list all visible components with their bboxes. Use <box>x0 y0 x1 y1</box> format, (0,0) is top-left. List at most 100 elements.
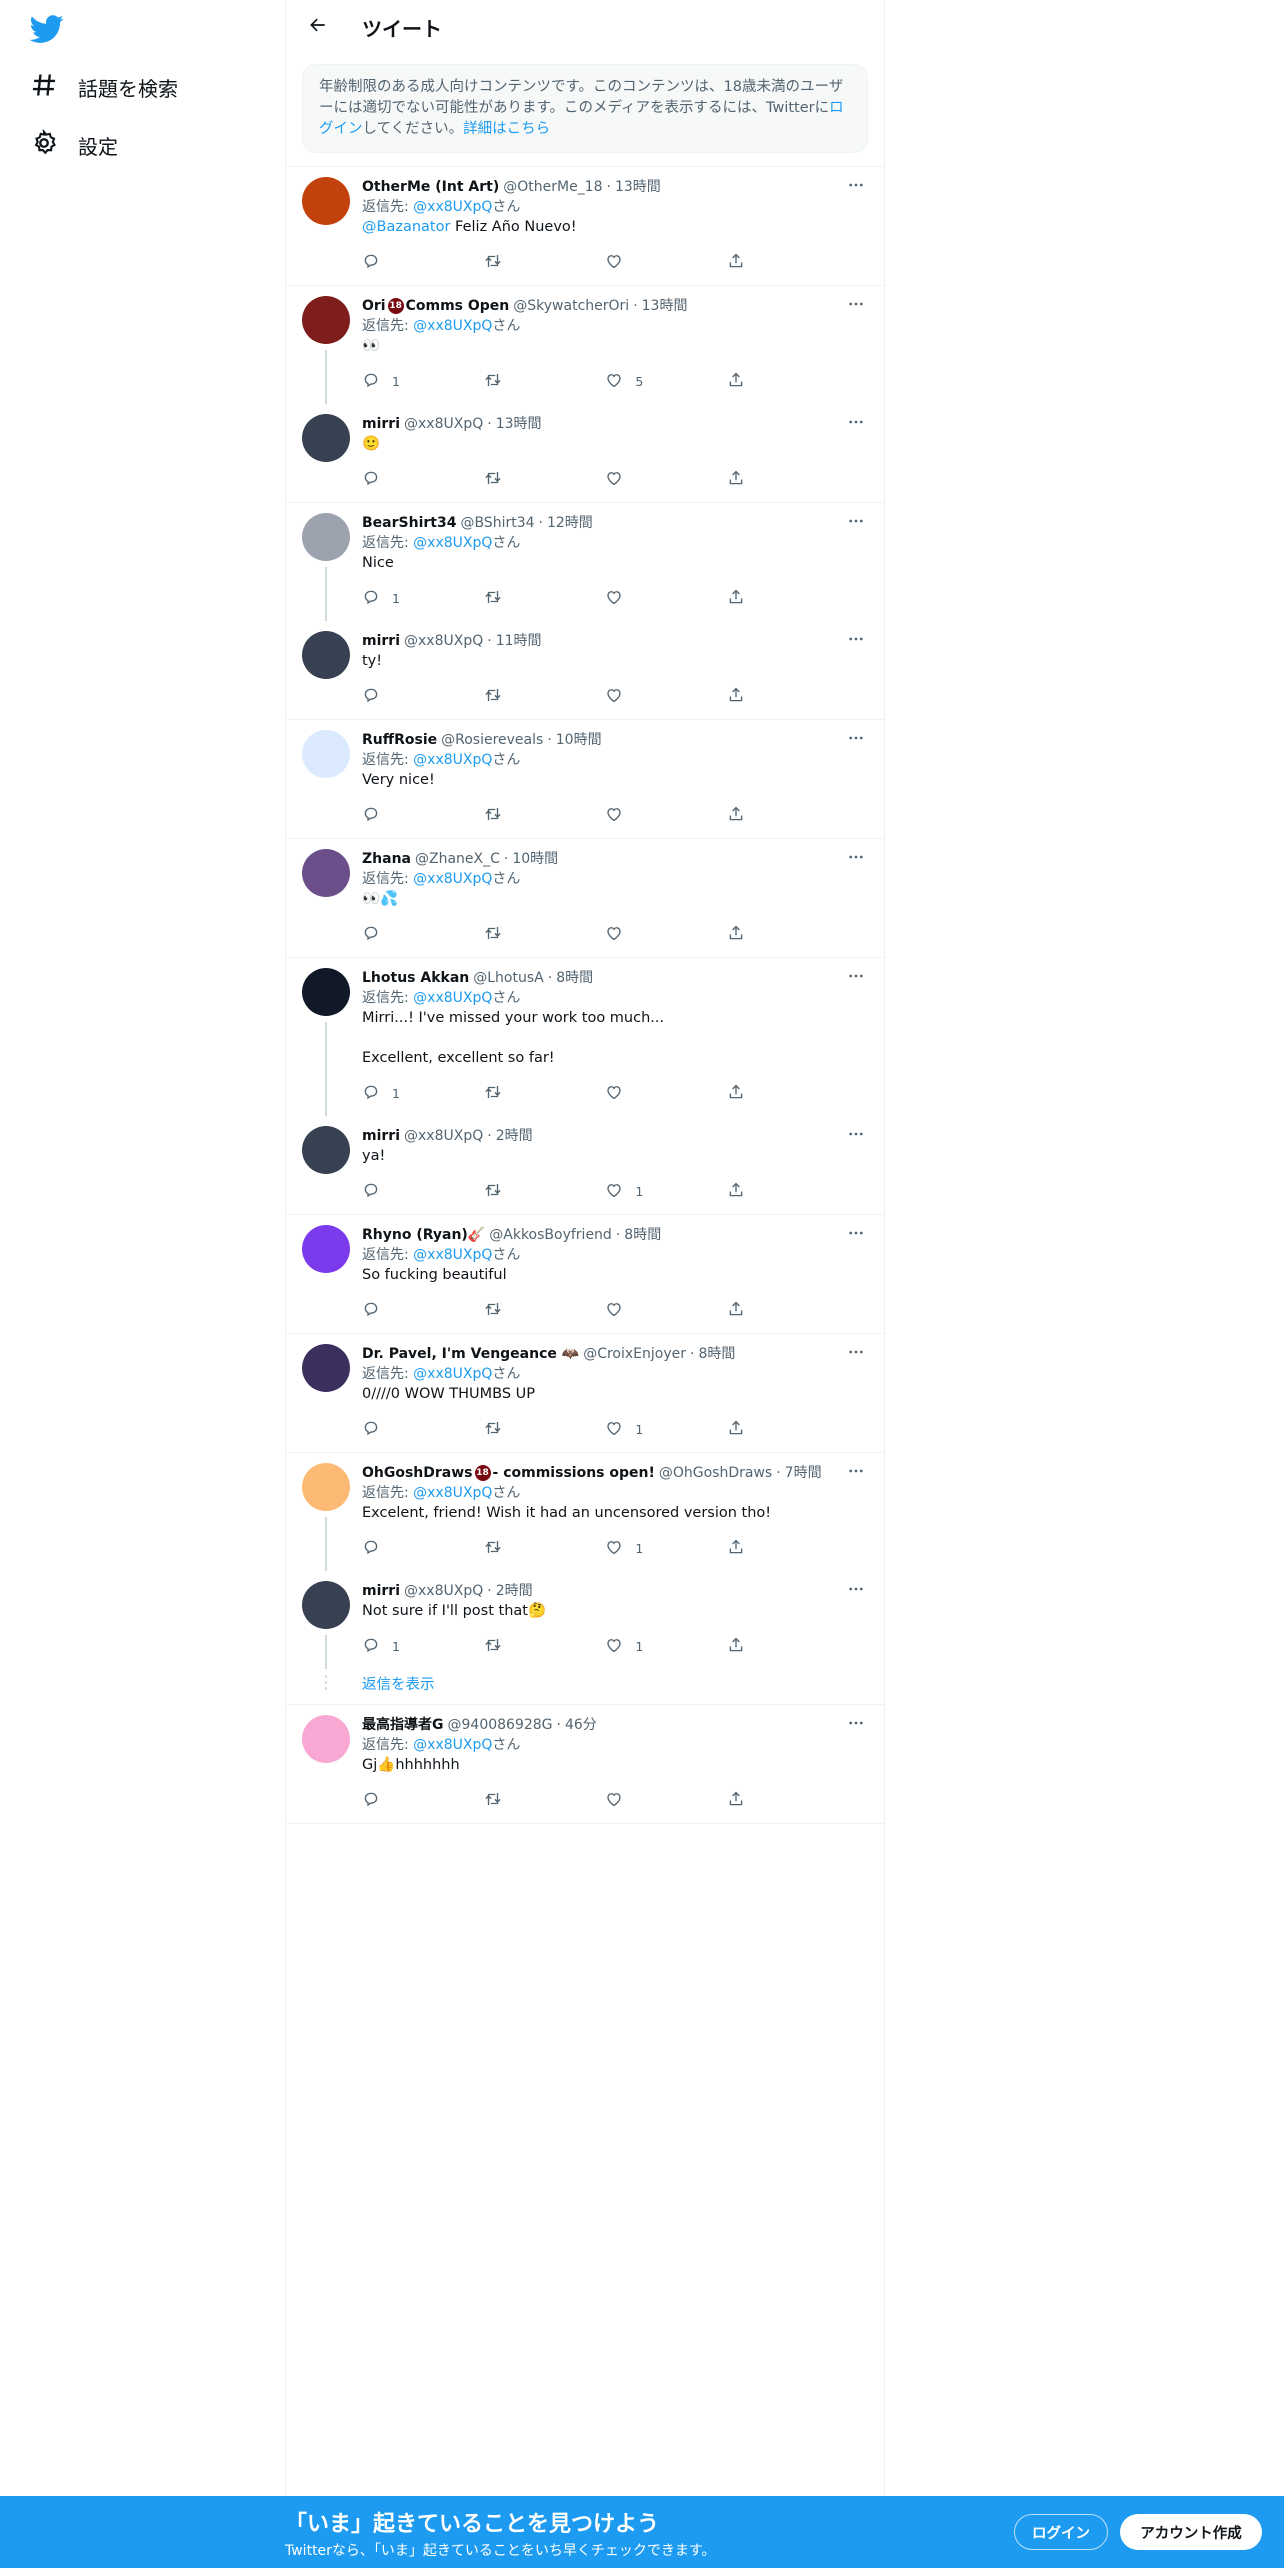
avatar[interactable] <box>302 1715 350 1763</box>
more-options-button[interactable] <box>844 1581 868 1601</box>
like-button[interactable] <box>605 686 665 707</box>
user-handle[interactable]: @CroixEnjoyer <box>583 1344 686 1364</box>
tweet[interactable]: BearShirt34 @BShirt34 · 12時間 返信先: @xx8UXpQさん… <box>286 503 884 621</box>
user-handle[interactable]: @OtherMe_18 <box>503 177 602 197</box>
more-options-button[interactable] <box>844 1344 868 1364</box>
retweet-button[interactable] <box>484 805 544 826</box>
user-handle[interactable]: @LhotusA <box>473 968 543 988</box>
display-name[interactable]: mirri <box>362 1126 400 1146</box>
more-options-button[interactable] <box>844 177 868 197</box>
timestamp[interactable]: 10時間 <box>512 849 558 869</box>
reply-button[interactable] <box>362 1300 422 1321</box>
user-handle[interactable]: @SkywatcherOri <box>513 296 629 316</box>
timestamp[interactable]: 11時間 <box>496 631 542 651</box>
share-button[interactable] <box>727 1419 787 1440</box>
avatar[interactable] <box>302 849 350 897</box>
like-button[interactable]: 5 <box>605 371 665 392</box>
display-name[interactable]: Zhana <box>362 849 411 869</box>
like-button[interactable] <box>605 1300 665 1321</box>
tweet[interactable]: mirri @xx8UXpQ · 2時間 Not sure if I'll post t… <box>286 1571 884 1669</box>
share-button[interactable] <box>727 1083 787 1104</box>
avatar[interactable] <box>302 1126 350 1174</box>
timestamp[interactable]: 8時間 <box>624 1225 661 1245</box>
reply-button[interactable] <box>362 686 422 707</box>
display-name[interactable]: BearShirt34 <box>362 513 456 533</box>
reply-button[interactable] <box>362 1538 422 1559</box>
reply-button[interactable] <box>362 469 422 490</box>
display-name[interactable]: mirri <box>362 414 400 434</box>
reply-button[interactable]: 1 <box>362 371 422 392</box>
reply-to-handle-link[interactable]: @xx8UXpQ <box>413 990 492 1006</box>
reply-to-handle-link[interactable]: @xx8UXpQ <box>413 1247 492 1263</box>
reply-to-handle-link[interactable]: @xx8UXpQ <box>413 871 492 887</box>
reply-button[interactable] <box>362 252 422 273</box>
share-button[interactable] <box>727 805 787 826</box>
avatar[interactable] <box>302 1225 350 1273</box>
like-button[interactable] <box>605 252 665 273</box>
avatar[interactable] <box>302 513 350 561</box>
sidebar-item-explore[interactable]: 話題を検索 <box>30 65 178 109</box>
display-name[interactable]: Dr. Pavel, I'm Vengeance 🦇 <box>362 1344 579 1364</box>
more-options-button[interactable] <box>844 513 868 533</box>
like-button[interactable] <box>605 469 665 490</box>
tweet[interactable]: Zhana @ZhaneX_C · 10時間 返信先: @xx8UXpQさん 👀💦 <box>286 839 884 957</box>
share-button[interactable] <box>727 588 787 609</box>
timestamp[interactable]: 46分 <box>565 1715 597 1735</box>
more-options-button[interactable] <box>844 1225 868 1245</box>
share-button[interactable] <box>727 1790 787 1811</box>
user-handle[interactable]: @ZhaneX_C <box>415 849 500 869</box>
retweet-button[interactable] <box>484 1419 544 1440</box>
timestamp[interactable]: 7時間 <box>785 1463 822 1483</box>
signup-button[interactable]: アカウント作成 <box>1120 2514 1262 2550</box>
more-options-button[interactable] <box>844 631 868 651</box>
more-options-button[interactable] <box>844 296 868 316</box>
display-name-suffix[interactable]: Comms Open <box>406 296 510 316</box>
reply-button[interactable] <box>362 1790 422 1811</box>
avatar[interactable] <box>302 968 350 1016</box>
like-button[interactable] <box>605 1790 665 1811</box>
tweet[interactable]: OtherMe (Int Art) @OtherMe_18 · 13時間 返信先: @x… <box>286 167 884 285</box>
show-replies-link[interactable]: 返信を表示 <box>362 1673 435 1694</box>
like-button[interactable]: 1 <box>605 1181 665 1202</box>
avatar[interactable] <box>302 1344 350 1392</box>
retweet-button[interactable] <box>484 252 544 273</box>
reply-button[interactable]: 1 <box>362 1636 422 1657</box>
user-handle[interactable]: @xx8UXpQ <box>404 1126 483 1146</box>
share-button[interactable] <box>727 1538 787 1559</box>
avatar[interactable] <box>302 1581 350 1629</box>
share-button[interactable] <box>727 1636 787 1657</box>
reply-to-handle-link[interactable]: @xx8UXpQ <box>413 1366 492 1382</box>
retweet-button[interactable] <box>484 1300 544 1321</box>
tweet[interactable]: Rhyno (Ryan)🎸 @AkkosBoyfriend · 8時間 返信先: @xx… <box>286 1215 884 1333</box>
like-button[interactable] <box>605 588 665 609</box>
retweet-button[interactable] <box>484 371 544 392</box>
retweet-button[interactable] <box>484 924 544 945</box>
reply-button[interactable]: 1 <box>362 588 422 609</box>
back-button[interactable] <box>300 9 336 45</box>
like-button[interactable] <box>605 1083 665 1104</box>
tweet[interactable]: Dr. Pavel, I'm Vengeance 🦇 @CroixEnjoyer ·… <box>286 1334 884 1452</box>
reply-to-handle-link[interactable]: @xx8UXpQ <box>413 535 492 551</box>
share-button[interactable] <box>727 469 787 490</box>
display-name[interactable]: Lhotus Akkan <box>362 968 469 988</box>
avatar[interactable] <box>302 296 350 344</box>
user-handle[interactable]: @Rosiereveals <box>441 730 543 750</box>
retweet-button[interactable] <box>484 686 544 707</box>
avatar[interactable] <box>302 177 350 225</box>
more-options-button[interactable] <box>844 1126 868 1146</box>
retweet-button[interactable] <box>484 588 544 609</box>
sidebar-item-settings[interactable]: 設定 <box>30 123 118 167</box>
avatar[interactable] <box>302 631 350 679</box>
more-options-button[interactable] <box>844 1463 868 1483</box>
share-button[interactable] <box>727 1300 787 1321</box>
retweet-button[interactable] <box>484 1538 544 1559</box>
reply-button[interactable] <box>362 1181 422 1202</box>
tweet[interactable]: OhGoshDraws 18 - commissions open! @OhGosh… <box>286 1453 884 1571</box>
display-name[interactable]: mirri <box>362 1581 400 1601</box>
retweet-button[interactable] <box>484 1790 544 1811</box>
display-name[interactable]: RuffRosie <box>362 730 437 750</box>
user-handle[interactable]: @BShirt34 <box>460 513 534 533</box>
retweet-button[interactable] <box>484 469 544 490</box>
retweet-button[interactable] <box>484 1083 544 1104</box>
reply-to-handle-link[interactable]: @xx8UXpQ <box>413 1485 492 1501</box>
